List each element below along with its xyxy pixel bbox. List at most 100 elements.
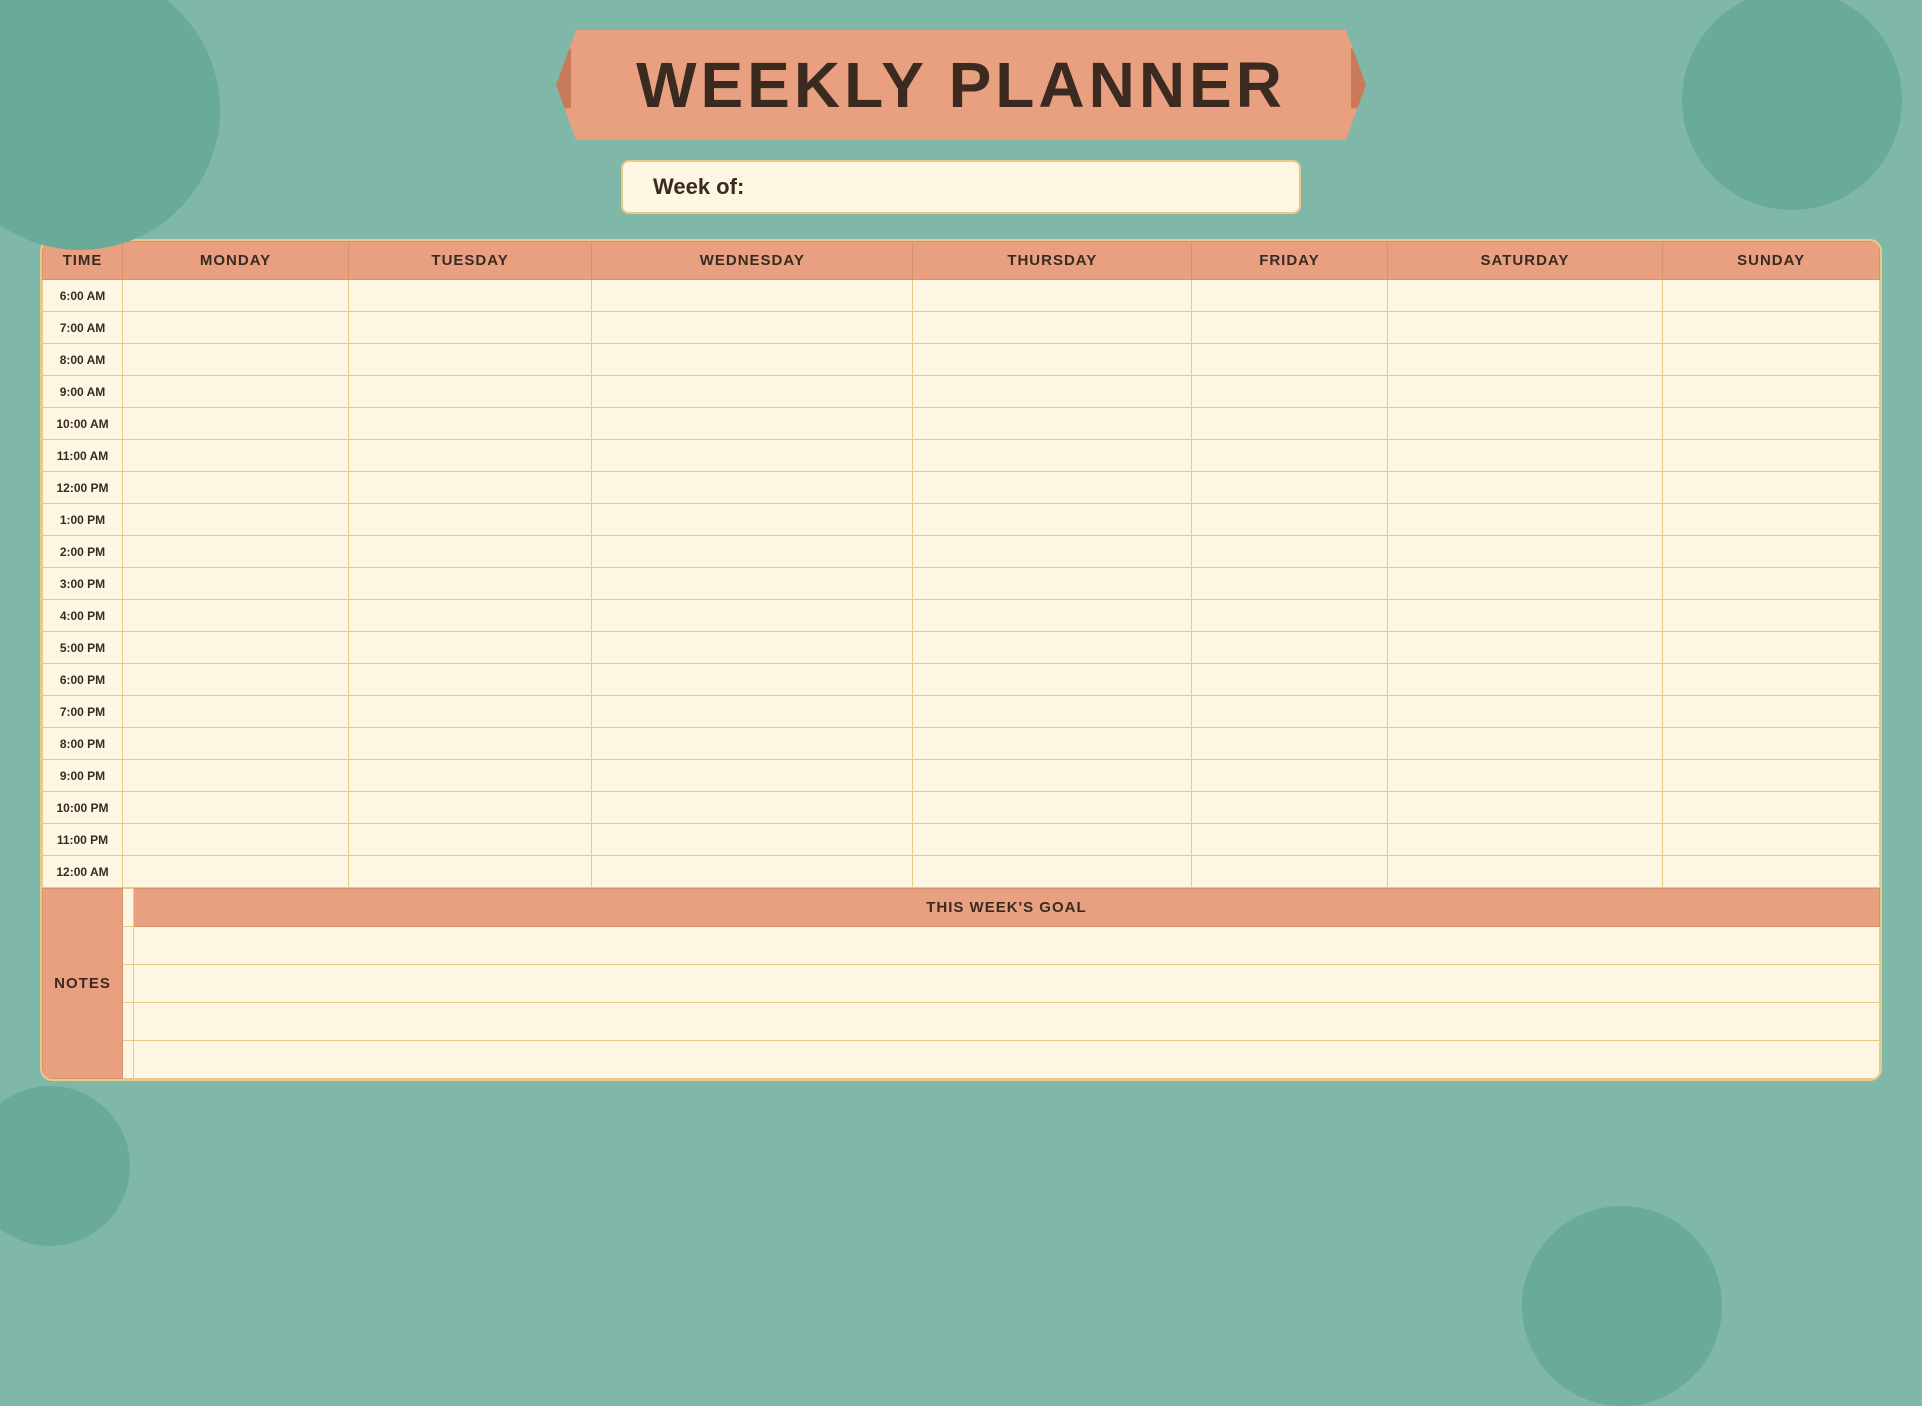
- schedule-cell-6-6[interactable]: [1663, 472, 1880, 504]
- schedule-cell-4-4[interactable]: [1192, 408, 1388, 440]
- schedule-cell-17-3[interactable]: [913, 824, 1192, 856]
- schedule-cell-0-0[interactable]: [123, 280, 349, 312]
- schedule-cell-7-3[interactable]: [913, 504, 1192, 536]
- schedule-cell-10-3[interactable]: [913, 600, 1192, 632]
- schedule-cell-14-1[interactable]: [349, 728, 592, 760]
- schedule-cell-18-4[interactable]: [1192, 856, 1388, 888]
- schedule-cell-6-4[interactable]: [1192, 472, 1388, 504]
- schedule-cell-5-3[interactable]: [913, 440, 1192, 472]
- schedule-cell-8-5[interactable]: [1387, 536, 1663, 568]
- schedule-cell-9-0[interactable]: [123, 568, 349, 600]
- schedule-cell-8-3[interactable]: [913, 536, 1192, 568]
- schedule-cell-2-1[interactable]: [349, 344, 592, 376]
- schedule-cell-8-6[interactable]: [1663, 536, 1880, 568]
- schedule-cell-11-1[interactable]: [349, 632, 592, 664]
- schedule-cell-15-2[interactable]: [592, 760, 913, 792]
- notes-line-4[interactable]: [123, 1041, 134, 1079]
- schedule-cell-17-5[interactable]: [1387, 824, 1663, 856]
- schedule-cell-9-5[interactable]: [1387, 568, 1663, 600]
- schedule-cell-12-6[interactable]: [1663, 664, 1880, 696]
- schedule-cell-10-2[interactable]: [592, 600, 913, 632]
- schedule-cell-16-0[interactable]: [123, 792, 349, 824]
- schedule-cell-9-6[interactable]: [1663, 568, 1880, 600]
- schedule-cell-3-1[interactable]: [349, 376, 592, 408]
- schedule-cell-14-6[interactable]: [1663, 728, 1880, 760]
- schedule-cell-5-1[interactable]: [349, 440, 592, 472]
- schedule-cell-1-3[interactable]: [913, 312, 1192, 344]
- notes-line-2[interactable]: [123, 965, 134, 1003]
- schedule-cell-11-4[interactable]: [1192, 632, 1388, 664]
- schedule-cell-14-4[interactable]: [1192, 728, 1388, 760]
- schedule-cell-13-5[interactable]: [1387, 696, 1663, 728]
- schedule-cell-3-0[interactable]: [123, 376, 349, 408]
- schedule-cell-14-5[interactable]: [1387, 728, 1663, 760]
- schedule-cell-0-3[interactable]: [913, 280, 1192, 312]
- schedule-cell-4-0[interactable]: [123, 408, 349, 440]
- schedule-cell-10-4[interactable]: [1192, 600, 1388, 632]
- schedule-cell-3-4[interactable]: [1192, 376, 1388, 408]
- schedule-cell-3-3[interactable]: [913, 376, 1192, 408]
- schedule-cell-14-0[interactable]: [123, 728, 349, 760]
- schedule-cell-13-3[interactable]: [913, 696, 1192, 728]
- schedule-cell-18-3[interactable]: [913, 856, 1192, 888]
- schedule-cell-12-0[interactable]: [123, 664, 349, 696]
- schedule-cell-12-5[interactable]: [1387, 664, 1663, 696]
- schedule-cell-1-6[interactable]: [1663, 312, 1880, 344]
- schedule-cell-1-2[interactable]: [592, 312, 913, 344]
- schedule-cell-15-3[interactable]: [913, 760, 1192, 792]
- schedule-cell-13-6[interactable]: [1663, 696, 1880, 728]
- schedule-cell-7-1[interactable]: [349, 504, 592, 536]
- schedule-cell-8-1[interactable]: [349, 536, 592, 568]
- schedule-cell-1-5[interactable]: [1387, 312, 1663, 344]
- schedule-cell-6-1[interactable]: [349, 472, 592, 504]
- schedule-cell-4-1[interactable]: [349, 408, 592, 440]
- schedule-cell-3-5[interactable]: [1387, 376, 1663, 408]
- goal-line-3[interactable]: [133, 1003, 1879, 1041]
- schedule-cell-0-2[interactable]: [592, 280, 913, 312]
- notes-line-1[interactable]: [123, 927, 134, 965]
- schedule-cell-7-0[interactable]: [123, 504, 349, 536]
- schedule-cell-5-5[interactable]: [1387, 440, 1663, 472]
- schedule-cell-1-0[interactable]: [123, 312, 349, 344]
- schedule-cell-11-0[interactable]: [123, 632, 349, 664]
- schedule-cell-18-1[interactable]: [349, 856, 592, 888]
- schedule-cell-9-1[interactable]: [349, 568, 592, 600]
- schedule-cell-12-1[interactable]: [349, 664, 592, 696]
- schedule-cell-7-6[interactable]: [1663, 504, 1880, 536]
- schedule-cell-17-1[interactable]: [349, 824, 592, 856]
- schedule-cell-18-6[interactable]: [1663, 856, 1880, 888]
- schedule-cell-6-3[interactable]: [913, 472, 1192, 504]
- schedule-cell-2-0[interactable]: [123, 344, 349, 376]
- schedule-cell-10-0[interactable]: [123, 600, 349, 632]
- schedule-cell-4-6[interactable]: [1663, 408, 1880, 440]
- goal-line-2[interactable]: [133, 965, 1879, 1003]
- schedule-cell-12-2[interactable]: [592, 664, 913, 696]
- schedule-cell-15-5[interactable]: [1387, 760, 1663, 792]
- schedule-cell-13-1[interactable]: [349, 696, 592, 728]
- schedule-cell-13-2[interactable]: [592, 696, 913, 728]
- schedule-cell-8-2[interactable]: [592, 536, 913, 568]
- schedule-cell-11-2[interactable]: [592, 632, 913, 664]
- schedule-cell-6-0[interactable]: [123, 472, 349, 504]
- schedule-cell-9-4[interactable]: [1192, 568, 1388, 600]
- schedule-cell-10-6[interactable]: [1663, 600, 1880, 632]
- schedule-cell-10-5[interactable]: [1387, 600, 1663, 632]
- schedule-cell-15-4[interactable]: [1192, 760, 1388, 792]
- notes-empty-1[interactable]: [123, 889, 134, 927]
- schedule-cell-0-4[interactable]: [1192, 280, 1388, 312]
- schedule-cell-5-6[interactable]: [1663, 440, 1880, 472]
- schedule-cell-16-1[interactable]: [349, 792, 592, 824]
- schedule-cell-6-2[interactable]: [592, 472, 913, 504]
- schedule-cell-12-4[interactable]: [1192, 664, 1388, 696]
- schedule-cell-17-2[interactable]: [592, 824, 913, 856]
- schedule-cell-9-2[interactable]: [592, 568, 913, 600]
- schedule-cell-16-5[interactable]: [1387, 792, 1663, 824]
- schedule-cell-0-1[interactable]: [349, 280, 592, 312]
- schedule-cell-17-4[interactable]: [1192, 824, 1388, 856]
- goal-line-4[interactable]: [133, 1041, 1879, 1079]
- schedule-cell-2-2[interactable]: [592, 344, 913, 376]
- schedule-cell-14-3[interactable]: [913, 728, 1192, 760]
- schedule-cell-4-2[interactable]: [592, 408, 913, 440]
- schedule-cell-13-4[interactable]: [1192, 696, 1388, 728]
- schedule-cell-2-6[interactable]: [1663, 344, 1880, 376]
